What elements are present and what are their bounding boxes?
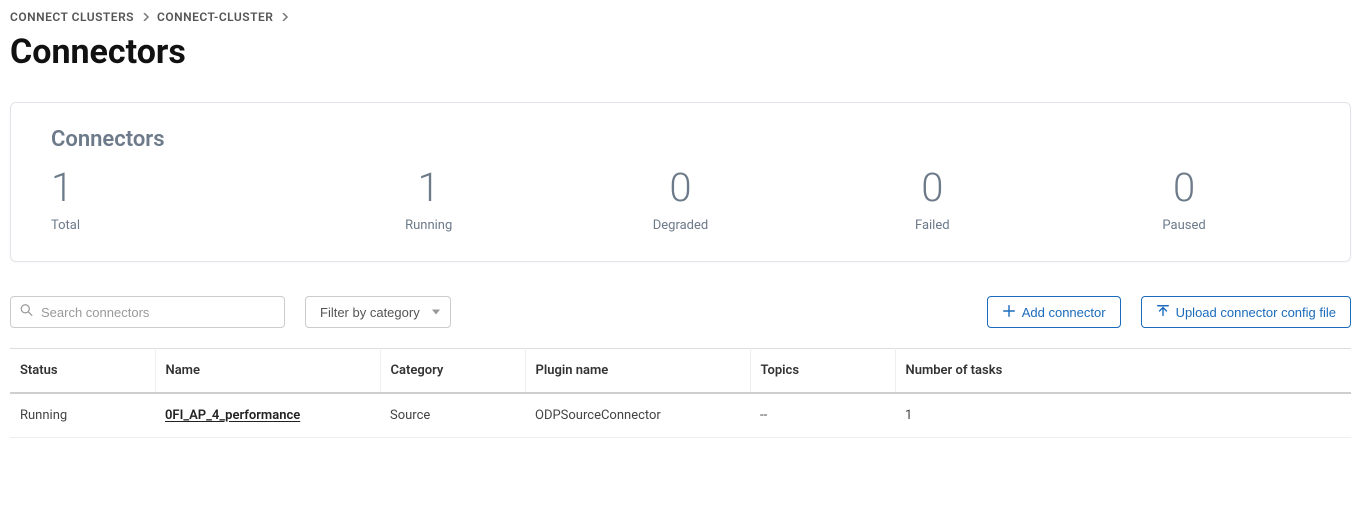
stat-value: 1 bbox=[51, 168, 73, 208]
stat-value: 1 bbox=[418, 168, 440, 208]
col-status[interactable]: Status bbox=[10, 349, 155, 394]
stat-degraded: 0 Degraded bbox=[555, 168, 807, 233]
upload-icon bbox=[1156, 304, 1170, 321]
caret-down-icon bbox=[432, 310, 440, 315]
filter-label: Filter by category bbox=[320, 305, 420, 320]
table-row: Running 0FI_AP_4_performance Source ODPS… bbox=[10, 393, 1351, 438]
search-wrap bbox=[10, 296, 285, 328]
col-plugin[interactable]: Plugin name bbox=[525, 349, 750, 394]
col-name[interactable]: Name bbox=[155, 349, 380, 394]
table-header-row: Status Name Category Plugin name Topics … bbox=[10, 349, 1351, 394]
col-category[interactable]: Category bbox=[380, 349, 525, 394]
cell-category: Source bbox=[380, 393, 525, 438]
stat-label: Failed bbox=[915, 218, 950, 233]
stat-value: 0 bbox=[669, 168, 691, 208]
stat-label: Total bbox=[51, 218, 80, 233]
breadcrumb: CONNECT CLUSTERS CONNECT-CLUSTER bbox=[10, 10, 1351, 24]
cell-tasks: 1 bbox=[895, 393, 1351, 438]
connectors-table: Status Name Category Plugin name Topics … bbox=[10, 348, 1351, 438]
col-tasks[interactable]: Number of tasks bbox=[895, 349, 1351, 394]
cell-name: 0FI_AP_4_performance bbox=[155, 393, 380, 438]
breadcrumb-item-clusters[interactable]: CONNECT CLUSTERS bbox=[10, 10, 134, 24]
chevron-right-icon bbox=[281, 10, 289, 24]
stat-total: 1 Total bbox=[51, 168, 303, 233]
cell-plugin: ODPSourceConnector bbox=[525, 393, 750, 438]
stat-value: 0 bbox=[1173, 168, 1195, 208]
upload-config-button[interactable]: Upload connector config file bbox=[1141, 296, 1351, 328]
search-icon bbox=[20, 304, 33, 321]
page-title: Connectors bbox=[10, 32, 1351, 72]
add-connector-label: Add connector bbox=[1022, 305, 1106, 320]
connector-name-link[interactable]: 0FI_AP_4_performance bbox=[165, 408, 300, 423]
cell-topics: -- bbox=[750, 393, 895, 438]
breadcrumb-item-cluster[interactable]: CONNECT-CLUSTER bbox=[157, 10, 273, 24]
upload-config-label: Upload connector config file bbox=[1176, 305, 1336, 320]
stat-failed: 0 Failed bbox=[806, 168, 1058, 233]
filter-by-category-dropdown[interactable]: Filter by category bbox=[305, 296, 451, 328]
plus-icon bbox=[1002, 304, 1016, 321]
add-connector-button[interactable]: Add connector bbox=[987, 296, 1121, 328]
toolbar: Filter by category Add connector Upload … bbox=[10, 296, 1351, 328]
stat-label: Paused bbox=[1162, 218, 1205, 233]
chevron-right-icon bbox=[142, 10, 150, 24]
col-topics[interactable]: Topics bbox=[750, 349, 895, 394]
stats-row: 1 Total 1 Running 0 Degraded 0 Failed 0 … bbox=[51, 168, 1310, 233]
cell-status: Running bbox=[10, 393, 155, 438]
search-input[interactable] bbox=[10, 296, 285, 328]
stat-value: 0 bbox=[921, 168, 943, 208]
summary-title: Connectors bbox=[51, 127, 1310, 152]
summary-card: Connectors 1 Total 1 Running 0 Degraded … bbox=[10, 102, 1351, 262]
stat-running: 1 Running bbox=[303, 168, 555, 233]
stat-label: Degraded bbox=[653, 218, 709, 233]
stat-label: Running bbox=[405, 218, 452, 233]
stat-paused: 0 Paused bbox=[1058, 168, 1310, 233]
